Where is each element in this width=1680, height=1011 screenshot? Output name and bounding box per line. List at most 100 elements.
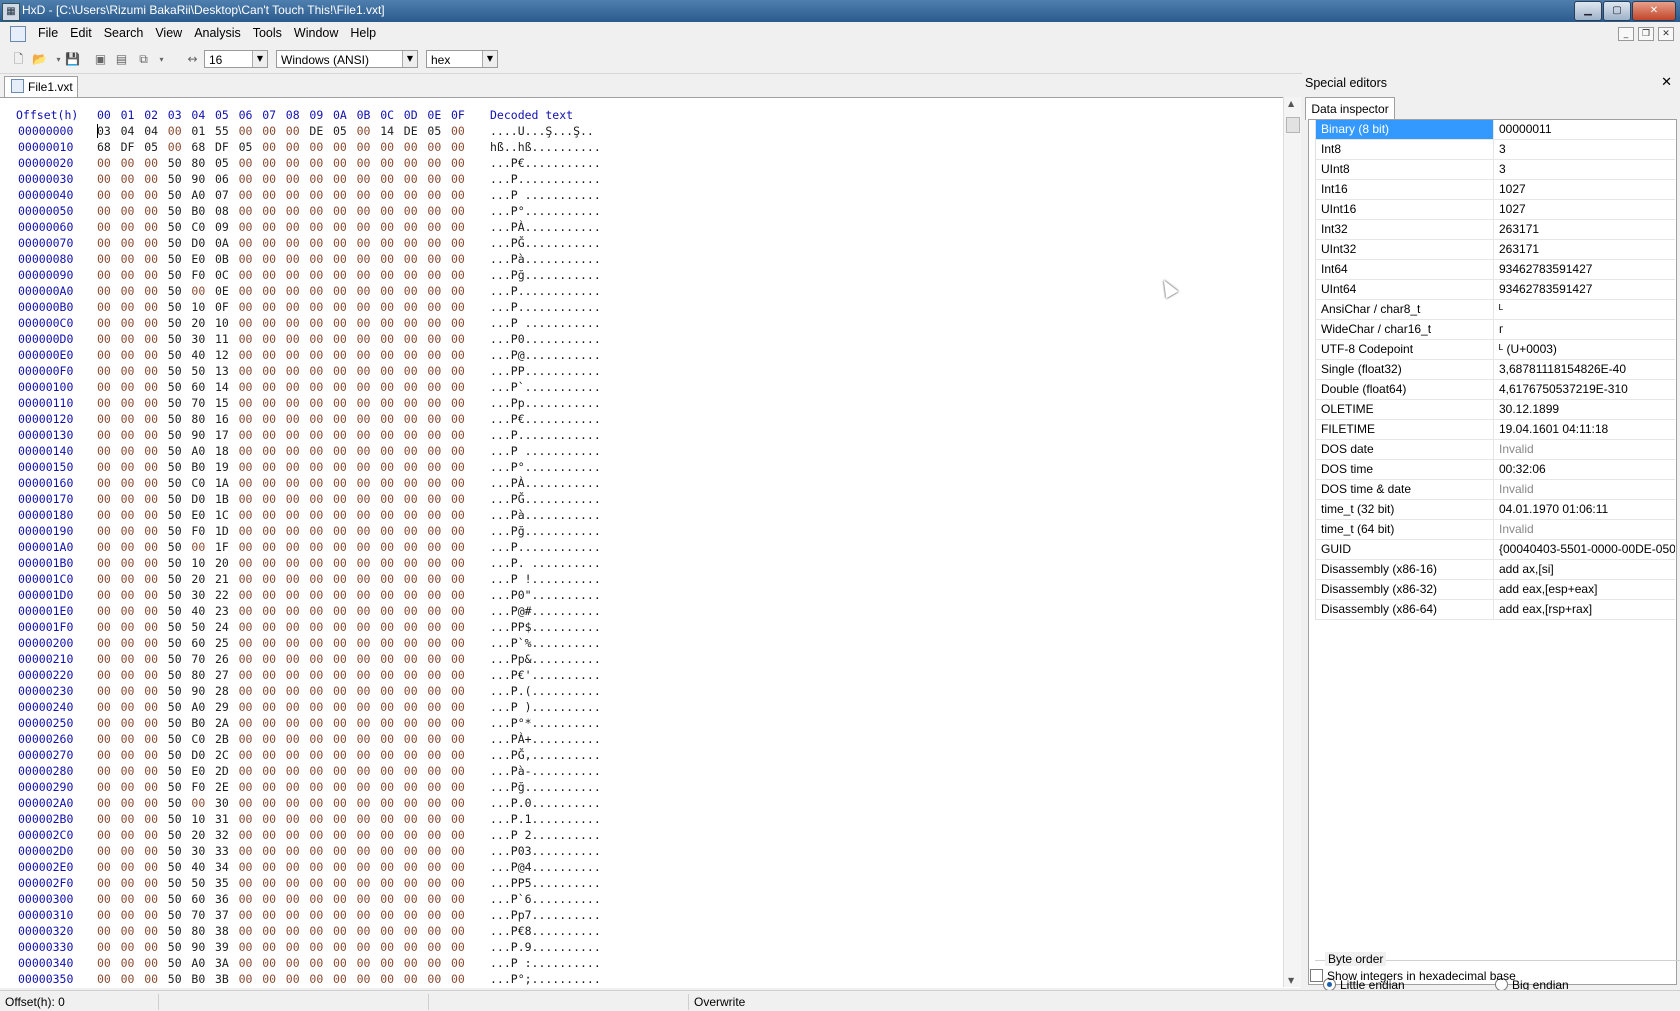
- hex-byte[interactable]: 00: [380, 620, 400, 634]
- hex-byte[interactable]: 00: [286, 460, 306, 474]
- decoded-text[interactable]: ...Pğ...........: [490, 268, 601, 282]
- hex-byte[interactable]: 08: [215, 204, 235, 218]
- hex-byte[interactable]: 00: [404, 876, 424, 890]
- decoded-text[interactable]: ...PÀ+..........: [490, 732, 601, 746]
- hex-byte[interactable]: 0A: [215, 236, 235, 250]
- decoded-text[interactable]: ...P03..........: [490, 844, 601, 858]
- hex-byte[interactable]: 00: [309, 332, 329, 346]
- hex-byte[interactable]: 00: [357, 700, 377, 714]
- hex-byte[interactable]: 50: [168, 652, 188, 666]
- hex-byte[interactable]: 00: [333, 588, 353, 602]
- hex-byte[interactable]: 00: [97, 460, 117, 474]
- hex-byte[interactable]: 00: [357, 572, 377, 586]
- hex-byte[interactable]: 37: [215, 908, 235, 922]
- hex-byte[interactable]: 00: [380, 796, 400, 810]
- hex-byte[interactable]: 00: [97, 620, 117, 634]
- hex-byte[interactable]: 00: [239, 748, 259, 762]
- inspector-value[interactable]: {00040403-5501-0000-00DE-05001: [1495, 540, 1675, 559]
- hex-byte[interactable]: 29: [215, 700, 235, 714]
- hex-byte[interactable]: 00: [168, 124, 188, 138]
- hex-byte[interactable]: 00: [239, 876, 259, 890]
- hex-byte[interactable]: 00: [286, 876, 306, 890]
- hex-byte[interactable]: 00: [286, 700, 306, 714]
- hex-byte[interactable]: 00: [262, 812, 282, 826]
- hex-row[interactable]: 000000C0 00 00 00 50 20 10 00 00 00 00 00 00 00 00 00 00…: [0, 316, 1280, 332]
- hex-byte[interactable]: 00: [451, 588, 471, 602]
- inspector-row[interactable]: Int64 93462783591427: [1316, 260, 1675, 280]
- hex-byte[interactable]: 00: [144, 316, 164, 330]
- hex-byte[interactable]: 00: [427, 236, 447, 250]
- hex-byte[interactable]: 00: [144, 460, 164, 474]
- hex-byte[interactable]: 00: [121, 684, 141, 698]
- hex-byte[interactable]: 00: [144, 684, 164, 698]
- hex-byte[interactable]: 00: [451, 716, 471, 730]
- hex-byte[interactable]: 00: [121, 444, 141, 458]
- hex-byte[interactable]: 0E: [215, 284, 235, 298]
- hex-byte[interactable]: 00: [357, 236, 377, 250]
- menu-search[interactable]: Search: [98, 26, 150, 40]
- hex-row[interactable]: 000001F0 00 00 00 50 50 24 00 00 00 00 00 00 00 00 00 00…: [0, 620, 1280, 636]
- hex-byte[interactable]: 00: [144, 300, 164, 314]
- hex-byte[interactable]: 0B: [215, 252, 235, 266]
- hex-byte[interactable]: 00: [427, 748, 447, 762]
- hex-row[interactable]: 000001A0 00 00 00 50 00 1F 00 00 00 00 00 00 00 00 00 00…: [0, 540, 1280, 556]
- hex-byte[interactable]: 00: [404, 908, 424, 922]
- hex-byte[interactable]: 00: [286, 556, 306, 570]
- hex-byte[interactable]: 00: [262, 924, 282, 938]
- hex-byte[interactable]: 00: [144, 364, 164, 378]
- hex-byte[interactable]: 00: [451, 204, 471, 218]
- inspector-value[interactable]: 3: [1495, 140, 1675, 159]
- decoded-text[interactable]: ...P............: [490, 428, 601, 442]
- hex-byte[interactable]: 00: [239, 956, 259, 970]
- hex-byte[interactable]: 00: [309, 748, 329, 762]
- hex-byte[interactable]: 50: [168, 716, 188, 730]
- hex-row[interactable]: 00000200 00 00 00 50 60 25 00 00 00 00 00 00 00 00 00 00…: [0, 636, 1280, 652]
- hex-byte[interactable]: 00: [262, 732, 282, 746]
- hex-byte[interactable]: 50: [168, 588, 188, 602]
- hex-byte[interactable]: 00: [404, 380, 424, 394]
- hex-byte[interactable]: 00: [309, 380, 329, 394]
- hex-byte[interactable]: 00: [427, 716, 447, 730]
- hex-row[interactable]: 000001B0 00 00 00 50 10 20 00 00 00 00 00 00 00 00 00 00…: [0, 556, 1280, 572]
- hex-byte[interactable]: 00: [404, 940, 424, 954]
- hex-byte[interactable]: D0: [191, 492, 211, 506]
- hex-byte[interactable]: 50: [191, 364, 211, 378]
- decoded-text[interactable]: ...P@#..........: [490, 604, 601, 618]
- hex-byte[interactable]: 00: [97, 828, 117, 842]
- hex-byte[interactable]: 00: [427, 636, 447, 650]
- hex-byte[interactable]: 50: [168, 284, 188, 298]
- hex-byte[interactable]: 00: [427, 956, 447, 970]
- hex-byte[interactable]: 00: [144, 716, 164, 730]
- hex-byte[interactable]: 00: [144, 236, 164, 250]
- hex-byte[interactable]: 00: [286, 204, 306, 218]
- decoded-text[interactable]: ...P`%..........: [490, 636, 601, 650]
- hex-byte[interactable]: 00: [239, 220, 259, 234]
- hex-byte[interactable]: 00: [309, 924, 329, 938]
- hex-byte[interactable]: 00: [427, 524, 447, 538]
- hex-byte[interactable]: 00: [333, 924, 353, 938]
- hex-byte[interactable]: 28: [215, 684, 235, 698]
- chevron-down-icon[interactable]: ▼: [402, 51, 417, 67]
- hex-row[interactable]: 00000250 00 00 00 50 B0 2A 00 00 00 00 00 00 00 00 00 00…: [0, 716, 1280, 732]
- hex-row[interactable]: 00000170 00 00 00 50 D0 1B 00 00 00 00 00 00 00 00 00 00…: [0, 492, 1280, 508]
- hex-byte[interactable]: 00: [451, 780, 471, 794]
- hex-byte[interactable]: 00: [404, 540, 424, 554]
- hex-byte[interactable]: 00: [427, 940, 447, 954]
- hex-byte[interactable]: 00: [380, 140, 400, 154]
- hex-byte[interactable]: 00: [239, 572, 259, 586]
- hex-byte[interactable]: 00: [427, 844, 447, 858]
- hex-byte[interactable]: 00: [144, 428, 164, 442]
- hex-byte[interactable]: 00: [239, 908, 259, 922]
- hex-byte[interactable]: 00: [309, 316, 329, 330]
- hex-row[interactable]: 000000E0 00 00 00 50 40 12 00 00 00 00 00 00 00 00 00 00…: [0, 348, 1280, 364]
- inspector-value[interactable]: 3,68781118154826E-40: [1495, 360, 1675, 379]
- hex-byte[interactable]: 00: [427, 588, 447, 602]
- hex-byte[interactable]: 00: [286, 764, 306, 778]
- hex-row[interactable]: 00000050 00 00 00 50 B0 08 00 00 00 00 00 00 00 00 00 00…: [0, 204, 1280, 220]
- hex-byte[interactable]: 50: [191, 620, 211, 634]
- hex-byte[interactable]: 00: [333, 204, 353, 218]
- decoded-text[interactable]: ...Pğ...........: [490, 780, 601, 794]
- hex-byte[interactable]: 00: [262, 828, 282, 842]
- hex-byte[interactable]: 00: [451, 876, 471, 890]
- hex-byte[interactable]: 00: [404, 572, 424, 586]
